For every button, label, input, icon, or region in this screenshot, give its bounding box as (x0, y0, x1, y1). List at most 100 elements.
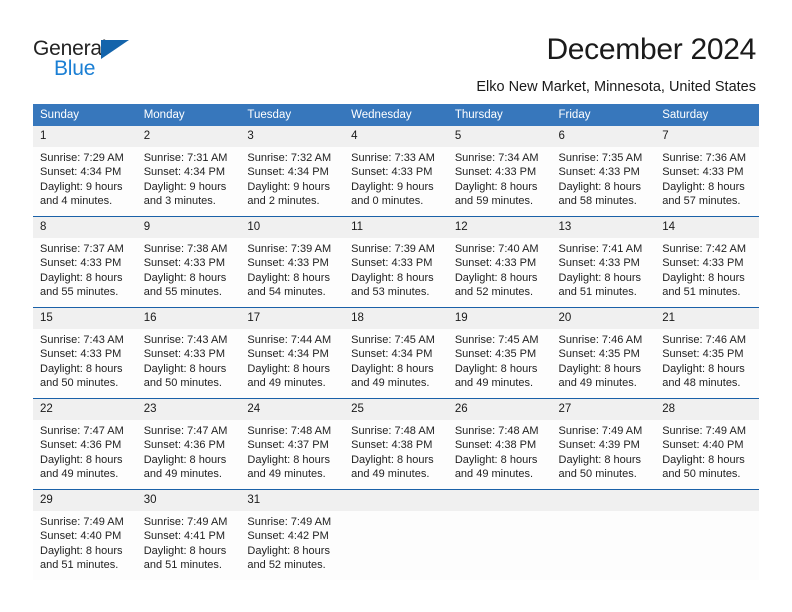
daylight-text-line1: Daylight: 8 hours (558, 453, 642, 466)
calendar-day-cell[interactable]: 12 Sunrise: 7:40 AM Sunset: 4:33 PM Dayligh… (447, 216, 552, 308)
general-blue-logo[interactable]: General Blue (33, 37, 163, 83)
daylight-text-line1: Daylight: 8 hours (454, 180, 538, 193)
calendar-day-cell[interactable]: 17 Sunrise: 7:44 AM Sunset: 4:34 PM Dayligh… (240, 307, 345, 399)
day-info: Sunrise: 7:38 AM Sunset: 4:33 PM Daylight:… (137, 238, 241, 300)
day-info: Sunrise: 7:43 AM Sunset: 4:33 PM Daylight:… (33, 329, 137, 391)
calendar-day-cell[interactable]: 10 Sunrise: 7:39 AM Sunset: 4:33 PM Dayligh… (240, 216, 345, 308)
daylight-text-line2: and 50 minutes. (662, 468, 741, 481)
day-number: 6 (551, 126, 656, 147)
calendar-week-row: 15 Sunrise: 7:43 AM Sunset: 4:33 PM Dayligh… (33, 307, 759, 399)
calendar-day-cell[interactable]: 31 Sunrise: 7:49 AM Sunset: 4:42 PM Dayligh… (240, 489, 345, 580)
day-info: Sunrise: 7:42 AM Sunset: 4:33 PM Daylight:… (655, 238, 759, 300)
calendar-day-cell[interactable]: 8 Sunrise: 7:37 AM Sunset: 4:33 PM Daylight… (33, 216, 137, 308)
daylight-text-line2: and 55 minutes. (40, 286, 119, 299)
calendar-day-cell[interactable]: 13 Sunrise: 7:41 AM Sunset: 4:33 PM Dayligh… (551, 216, 656, 308)
sunrise-text: Sunrise: 7:46 AM (662, 334, 746, 346)
day-number: 9 (136, 217, 241, 238)
calendar-table: Sunday Monday Tuesday Wednesday Thursday… (33, 104, 759, 580)
daylight-text-line1: Daylight: 8 hours (351, 362, 434, 375)
sunrise-text: Sunrise: 7:38 AM (143, 243, 228, 255)
triangle-icon (101, 40, 129, 59)
page-header: General Blue December 2024 Elko New Mark… (0, 0, 792, 100)
daylight-text-line2: and 49 minutes. (558, 377, 637, 390)
calendar-day-cell[interactable]: 20 Sunrise: 7:46 AM Sunset: 4:35 PM Dayligh… (551, 307, 656, 399)
sunset-text: Sunset: 4:40 PM (40, 530, 122, 543)
calendar-day-cell[interactable]: 23 Sunrise: 7:47 AM Sunset: 4:36 PM Dayligh… (136, 398, 241, 490)
calendar-day-cell[interactable]: 7 Sunrise: 7:36 AM Sunset: 4:33 PM Daylight… (655, 126, 759, 217)
day-info: Sunrise: 7:37 AM Sunset: 4:33 PM Daylight:… (33, 238, 137, 300)
sunset-text: Sunset: 4:33 PM (662, 257, 744, 270)
day-number: 11 (344, 217, 448, 238)
sunset-text: Sunset: 4:33 PM (558, 166, 640, 179)
calendar-day-cell[interactable]: 1 Sunrise: 7:29 AM Sunset: 4:34 PM Daylight… (33, 126, 137, 217)
calendar-day-cell[interactable]: 6 Sunrise: 7:35 AM Sunset: 4:33 PM Daylight… (551, 126, 656, 217)
weekday-header-friday: Friday (551, 104, 656, 126)
day-number: 5 (447, 126, 552, 147)
day-number: 31 (240, 490, 345, 511)
sunrise-text: Sunrise: 7:40 AM (454, 243, 539, 255)
sunset-text: Sunset: 4:33 PM (558, 257, 640, 270)
daylight-text-line2: and 49 minutes. (454, 468, 534, 481)
day-number (447, 490, 552, 511)
calendar-empty-cell (344, 489, 448, 580)
sunrise-text: Sunrise: 7:45 AM (351, 334, 435, 346)
calendar-day-cell[interactable]: 14 Sunrise: 7:42 AM Sunset: 4:33 PM Dayligh… (655, 216, 759, 308)
day-info: Sunrise: 7:44 AM Sunset: 4:34 PM Daylight:… (240, 329, 344, 391)
daylight-text-line1: Daylight: 8 hours (247, 544, 330, 557)
sunrise-text: Sunrise: 7:49 AM (247, 516, 332, 528)
calendar-day-cell[interactable]: 22 Sunrise: 7:47 AM Sunset: 4:36 PM Dayligh… (33, 398, 137, 490)
calendar-day-cell[interactable]: 27 Sunrise: 7:49 AM Sunset: 4:39 PM Dayligh… (551, 398, 656, 490)
sunrise-text: Sunrise: 7:41 AM (558, 243, 643, 255)
daylight-text-line1: Daylight: 8 hours (143, 362, 227, 375)
sunset-text: Sunset: 4:39 PM (558, 439, 640, 452)
calendar-day-cell[interactable]: 21 Sunrise: 7:46 AM Sunset: 4:35 PM Dayligh… (655, 307, 759, 399)
calendar-day-cell[interactable]: 4 Sunrise: 7:33 AM Sunset: 4:33 PM Daylight… (344, 126, 448, 217)
calendar-day-cell[interactable]: 2 Sunrise: 7:31 AM Sunset: 4:34 PM Daylight… (136, 126, 241, 217)
weekday-header-thursday: Thursday (447, 104, 552, 126)
sunrise-text: Sunrise: 7:47 AM (143, 425, 228, 437)
daylight-text-line1: Daylight: 8 hours (558, 362, 642, 375)
daylight-text-line2: and 51 minutes. (40, 559, 119, 572)
calendar-day-cell[interactable]: 30 Sunrise: 7:49 AM Sunset: 4:41 PM Dayligh… (136, 489, 241, 580)
calendar-day-cell[interactable]: 24 Sunrise: 7:48 AM Sunset: 4:37 PM Dayligh… (240, 398, 345, 490)
day-info: Sunrise: 7:49 AM Sunset: 4:42 PM Daylight:… (240, 511, 344, 573)
daylight-text-line1: Daylight: 9 hours (351, 180, 434, 193)
sunrise-text: Sunrise: 7:35 AM (558, 152, 643, 164)
calendar-day-cell[interactable]: 9 Sunrise: 7:38 AM Sunset: 4:33 PM Daylight… (136, 216, 241, 308)
daylight-text-line2: and 52 minutes. (247, 559, 326, 572)
daylight-text-line1: Daylight: 8 hours (558, 180, 642, 193)
calendar-day-cell[interactable]: 15 Sunrise: 7:43 AM Sunset: 4:33 PM Dayligh… (33, 307, 137, 399)
day-number: 25 (344, 399, 448, 420)
day-info: Sunrise: 7:47 AM Sunset: 4:36 PM Daylight:… (33, 420, 137, 482)
calendar-day-cell[interactable]: 3 Sunrise: 7:32 AM Sunset: 4:34 PM Daylight… (240, 126, 345, 217)
sunrise-text: Sunrise: 7:39 AM (247, 243, 332, 255)
calendar-day-cell[interactable]: 29 Sunrise: 7:49 AM Sunset: 4:40 PM Dayligh… (33, 489, 137, 580)
calendar-day-cell[interactable]: 18 Sunrise: 7:45 AM Sunset: 4:34 PM Dayligh… (344, 307, 448, 399)
sunset-text: Sunset: 4:33 PM (143, 257, 226, 270)
day-number: 16 (136, 308, 241, 329)
weekday-header-tuesday: Tuesday (240, 104, 345, 126)
calendar-day-cell[interactable]: 11 Sunrise: 7:39 AM Sunset: 4:33 PM Dayligh… (344, 216, 448, 308)
day-number: 17 (240, 308, 345, 329)
calendar-day-cell[interactable]: 16 Sunrise: 7:43 AM Sunset: 4:33 PM Dayligh… (136, 307, 241, 399)
day-info: Sunrise: 7:49 AM Sunset: 4:39 PM Daylight:… (552, 420, 656, 482)
calendar-week-row: 29 Sunrise: 7:49 AM Sunset: 4:40 PM Dayligh… (33, 489, 759, 580)
day-info: Sunrise: 7:32 AM Sunset: 4:34 PM Daylight:… (240, 147, 344, 209)
sunrise-text: Sunrise: 7:43 AM (40, 334, 124, 346)
day-number: 14 (655, 217, 759, 238)
calendar-day-cell[interactable]: 25 Sunrise: 7:48 AM Sunset: 4:38 PM Dayligh… (344, 398, 448, 490)
daylight-text-line1: Daylight: 9 hours (247, 180, 330, 193)
sunrise-text: Sunrise: 7:45 AM (454, 334, 539, 346)
calendar-day-cell[interactable]: 26 Sunrise: 7:48 AM Sunset: 4:38 PM Dayligh… (447, 398, 552, 490)
calendar-day-cell[interactable]: 5 Sunrise: 7:34 AM Sunset: 4:33 PM Daylight… (447, 126, 552, 217)
day-number: 2 (136, 126, 241, 147)
daylight-text-line2: and 4 minutes. (40, 195, 113, 208)
sunset-text: Sunset: 4:42 PM (247, 530, 329, 543)
daylight-text-line1: Daylight: 8 hours (662, 362, 745, 375)
calendar-day-cell[interactable]: 19 Sunrise: 7:45 AM Sunset: 4:35 PM Dayligh… (447, 307, 552, 399)
sunset-text: Sunset: 4:37 PM (247, 439, 329, 452)
day-number (344, 490, 448, 511)
sunset-text: Sunset: 4:35 PM (662, 348, 744, 361)
calendar-day-cell[interactable]: 28 Sunrise: 7:49 AM Sunset: 4:40 PM Dayligh… (655, 398, 759, 490)
daylight-text-line1: Daylight: 8 hours (662, 180, 745, 193)
